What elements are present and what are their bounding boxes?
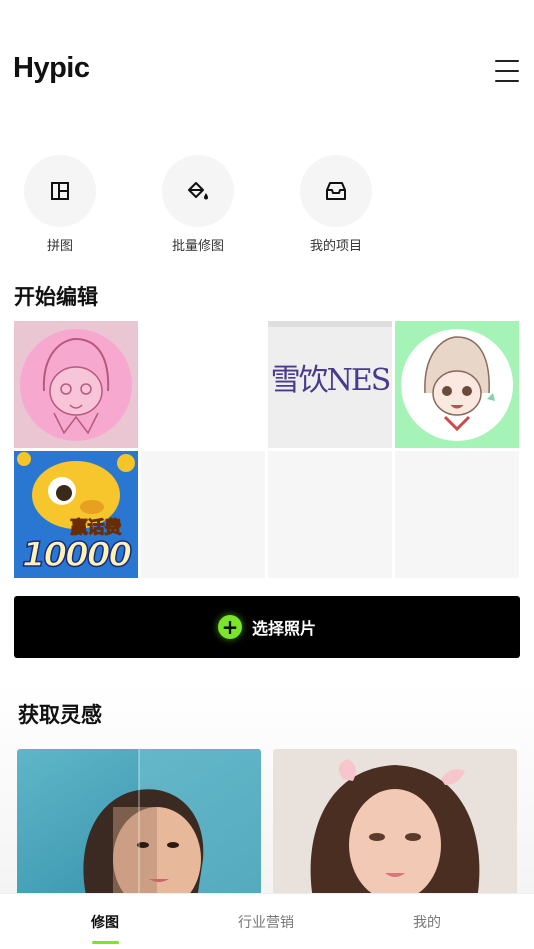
inspiration-title: 获取灵感	[18, 703, 102, 727]
photo-thumbnail[interactable]: 雪饮NES	[268, 321, 392, 448]
tab-industry-marketing[interactable]: 行业营销	[206, 912, 326, 932]
start-edit-title: 开始编辑	[14, 285, 98, 309]
select-photos-label: 选择照片	[251, 619, 316, 638]
thumbnail-text: 雪饮NES	[270, 363, 392, 398]
photo-thumbnail[interactable]	[395, 321, 519, 448]
collage-layout-icon	[24, 155, 96, 227]
inspiration-card[interactable]	[273, 749, 517, 899]
photo-thumbnail-empty	[395, 451, 519, 578]
plus-circle-icon: +	[217, 615, 242, 639]
app-header: Hypic	[0, 0, 534, 130]
tab-edit[interactable]: 修图	[45, 912, 165, 932]
photo-thumbnail-blank[interactable]	[141, 321, 265, 448]
my-projects-button[interactable]: 我的项目	[286, 155, 386, 254]
photo-thumbnail-empty	[141, 451, 265, 578]
active-tab-indicator	[92, 941, 119, 944]
paint-bucket-icon	[162, 155, 234, 227]
app-logo: Hypic	[13, 52, 90, 84]
quick-actions: 拼图 批量修图 我的项目	[0, 155, 534, 255]
thumbnail-number: 10000	[21, 534, 133, 576]
inspiration-card[interactable]	[17, 749, 261, 899]
batch-edit-label: 批量修图	[171, 239, 224, 254]
hamburger-menu-icon[interactable]	[495, 60, 519, 82]
tab-mine[interactable]: 我的	[367, 912, 487, 932]
photo-thumbnail[interactable]: 赢话费 10000	[14, 451, 138, 578]
recent-photo-grid: 雪饮NES 赢话费 10000	[14, 321, 519, 581]
photo-thumbnail[interactable]	[14, 321, 138, 448]
my-projects-label: 我的项目	[309, 239, 362, 254]
batch-edit-button[interactable]: 批量修图	[148, 155, 248, 254]
select-photos-button[interactable]: + 选择照片	[14, 596, 520, 658]
collage-label: 拼图	[46, 239, 73, 254]
collage-button[interactable]: 拼图	[10, 155, 110, 254]
photo-thumbnail-empty	[268, 451, 392, 578]
inbox-tray-icon	[300, 155, 372, 227]
bottom-tab-bar: 修图 行业营销 我的	[0, 893, 534, 949]
